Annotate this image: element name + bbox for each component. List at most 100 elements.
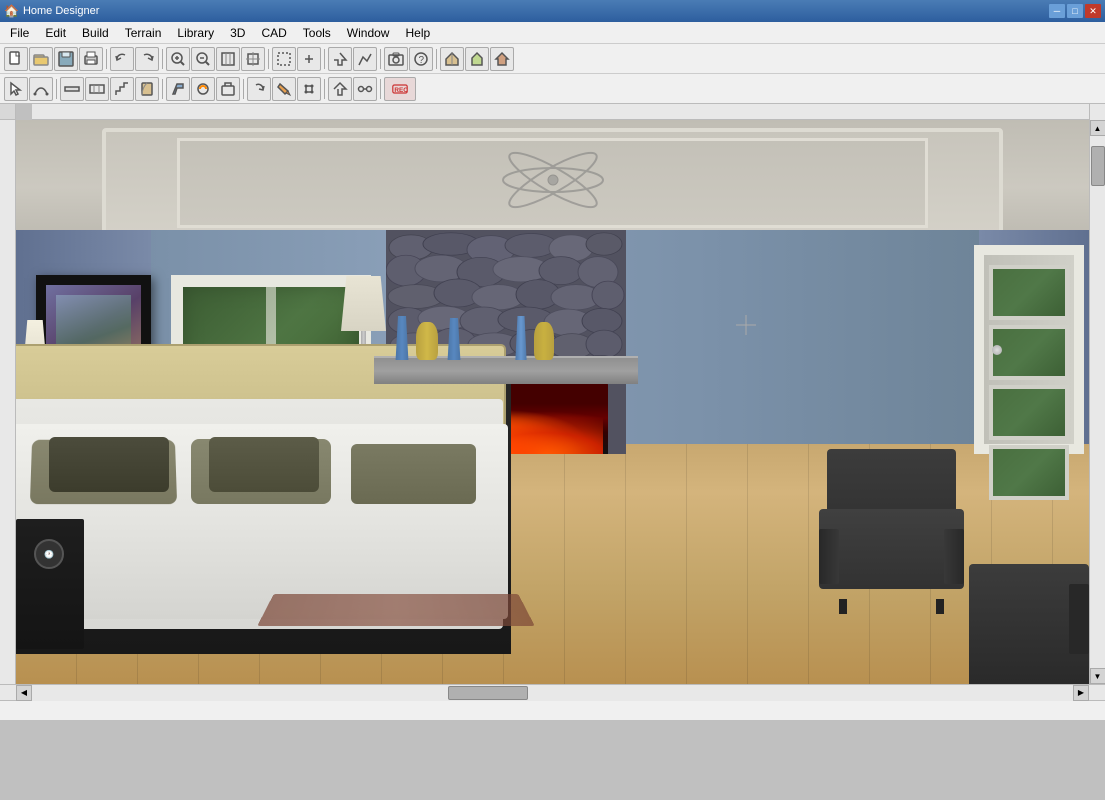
vase-2 — [416, 322, 438, 360]
armchair-2 — [969, 564, 1089, 684]
hscroll-thumb[interactable] — [448, 686, 528, 700]
scroll-up-arrow[interactable]: ▲ — [1090, 120, 1105, 136]
material-tool[interactable] — [191, 77, 215, 101]
record-button[interactable]: REC — [384, 77, 416, 101]
menu-window[interactable]: Window — [339, 24, 398, 42]
zoom-in-button[interactable] — [166, 47, 190, 71]
menu-bar: File Edit Build Terrain Library 3D CAD T… — [0, 22, 1105, 44]
floor-tool[interactable] — [85, 77, 109, 101]
maximize-button[interactable]: □ — [1067, 4, 1083, 18]
menu-edit[interactable]: Edit — [37, 24, 74, 42]
connect-tool[interactable] — [353, 77, 377, 101]
transform-tool[interactable] — [297, 77, 321, 101]
right-scrollbar[interactable]: ▲ ▼ — [1089, 120, 1105, 684]
scroll-thumb[interactable] — [1091, 146, 1105, 186]
scroll-down-arrow[interactable]: ▼ — [1090, 668, 1105, 684]
pillow-2 — [49, 437, 169, 492]
close-button[interactable]: ✕ — [1085, 4, 1101, 18]
t2-sep-4 — [324, 79, 325, 99]
deselect-button[interactable] — [297, 47, 321, 71]
pillow-5 — [351, 444, 476, 504]
paint-tool[interactable] — [166, 77, 190, 101]
menu-help[interactable]: Help — [397, 24, 438, 42]
stair-tool[interactable] — [110, 77, 134, 101]
nightstand: 🕐 — [16, 519, 84, 654]
t2-sep-1 — [56, 79, 57, 99]
house3-button[interactable] — [490, 47, 514, 71]
ruler-corner-right — [1089, 104, 1105, 120]
door-tool[interactable] — [135, 77, 159, 101]
room-scene: 🕐 — [16, 120, 1089, 684]
cursor — [736, 315, 756, 335]
window-controls: ─ □ ✕ — [1049, 4, 1101, 18]
scroll-left-arrow[interactable]: ◀ — [16, 685, 32, 701]
redo-button[interactable] — [135, 47, 159, 71]
ruler-top-row — [0, 104, 1105, 120]
menu-terrain[interactable]: Terrain — [117, 24, 170, 42]
toolbar-separator-5 — [380, 49, 381, 69]
app-icon: 🏠 — [4, 4, 19, 18]
menu-cad[interactable]: CAD — [253, 24, 294, 42]
t2-sep-2 — [162, 79, 163, 99]
menu-file[interactable]: File — [2, 24, 37, 42]
bottom-scrollbar[interactable]: ◀ ▶ — [0, 684, 1105, 700]
wall-tool[interactable] — [60, 77, 84, 101]
save-button[interactable] — [54, 47, 78, 71]
menu-library[interactable]: Library — [169, 24, 222, 42]
top-ruler — [32, 104, 1089, 120]
canvas-area[interactable]: 🕐 — [16, 120, 1089, 684]
camera-button[interactable] — [384, 47, 408, 71]
menu-build[interactable]: Build — [74, 24, 117, 42]
undo-button[interactable] — [110, 47, 134, 71]
print-button[interactable] — [79, 47, 103, 71]
toolbar-secondary: REC — [0, 74, 1105, 104]
help-button[interactable]: ? — [409, 47, 433, 71]
left-ruler — [0, 120, 16, 684]
color-fill-tool[interactable] — [272, 77, 296, 101]
toolbar-separator-6 — [436, 49, 437, 69]
pillow-4 — [209, 437, 319, 492]
toolbar-separator-1 — [106, 49, 107, 69]
svg-text:?: ? — [419, 55, 425, 66]
open-button[interactable] — [29, 47, 53, 71]
house1-button[interactable] — [440, 47, 464, 71]
toolbar-separator-3 — [268, 49, 269, 69]
zoom-out-button[interactable] — [191, 47, 215, 71]
elevation-button[interactable] — [353, 47, 377, 71]
main-area: 🕐 ▲ ▼ — [0, 120, 1105, 684]
toolbar-separator-2 — [162, 49, 163, 69]
ruler-corner — [0, 104, 16, 120]
arc-tool[interactable] — [29, 77, 53, 101]
t2-sep-5 — [380, 79, 381, 99]
hscroll-track[interactable] — [32, 685, 1073, 701]
arrow-up-button[interactable] — [328, 47, 352, 71]
pointer-tool[interactable] — [4, 77, 28, 101]
floor-rug — [257, 594, 535, 626]
arrow-right-tool[interactable] — [328, 77, 352, 101]
toolbar-separator-4 — [324, 49, 325, 69]
scroll-corner-bl — [0, 685, 16, 701]
status-bar — [0, 700, 1105, 720]
zoom-box-button[interactable] — [216, 47, 240, 71]
scroll-corner-br — [1089, 685, 1105, 701]
ceiling-fan — [463, 150, 643, 210]
french-doors — [974, 245, 1084, 454]
scroll-right-arrow[interactable]: ▶ — [1073, 685, 1089, 701]
vase-5 — [534, 322, 554, 360]
armchair — [819, 449, 964, 614]
app-title: Home Designer — [23, 5, 1049, 17]
select-all-button[interactable] — [272, 47, 296, 71]
house2-button[interactable] — [465, 47, 489, 71]
new-button[interactable] — [4, 47, 28, 71]
toolbar-main: ? — [0, 44, 1105, 74]
library-tool[interactable] — [216, 77, 240, 101]
title-bar: 🏠 Home Designer ─ □ ✕ — [0, 0, 1105, 22]
fit-button[interactable] — [241, 47, 265, 71]
mantle-shelf — [374, 356, 638, 384]
scroll-track[interactable] — [1090, 136, 1105, 668]
rotate-tool[interactable] — [247, 77, 271, 101]
t2-sep-3 — [243, 79, 244, 99]
menu-tools[interactable]: Tools — [295, 24, 339, 42]
minimize-button[interactable]: ─ — [1049, 4, 1065, 18]
menu-3d[interactable]: 3D — [222, 24, 253, 42]
